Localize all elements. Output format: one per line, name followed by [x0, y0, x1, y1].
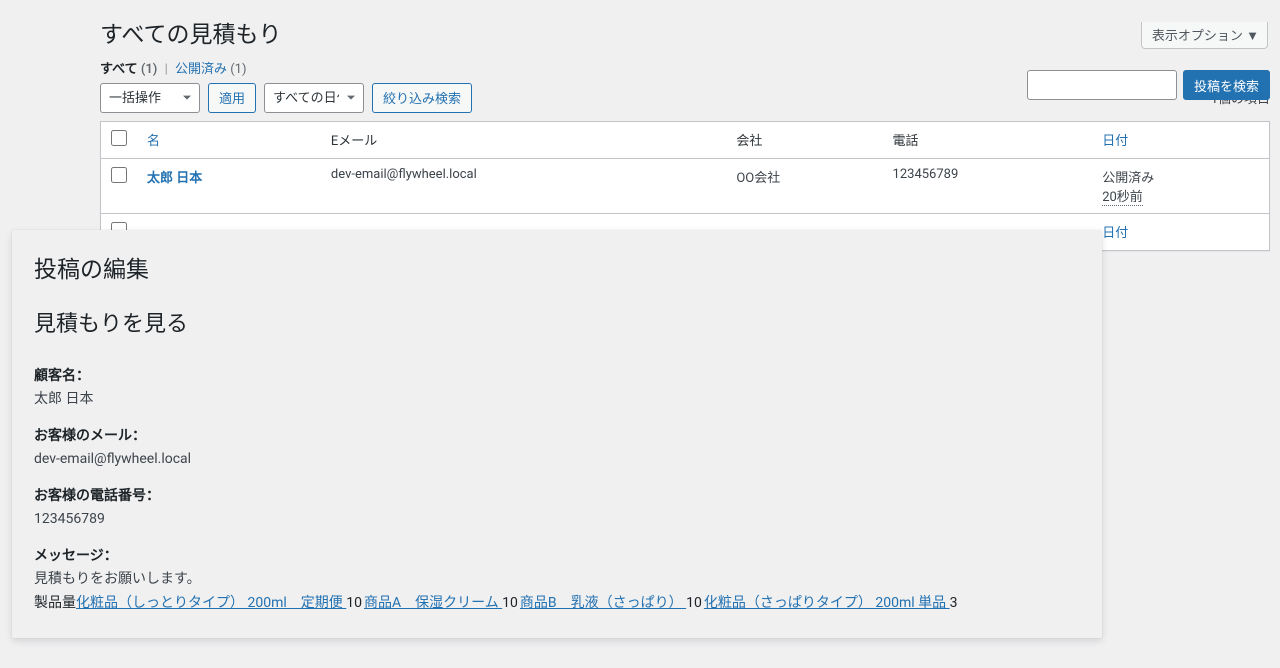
field-customer-email: お客様のメール： dev-email@flywheel.local	[34, 426, 1080, 470]
product-link[interactable]: 化粧品（しっとりタイプ） 200ml 定期便	[76, 595, 346, 611]
col-header-name[interactable]: 名	[147, 134, 160, 149]
table-row: 太郎 日本 dev-email@flywheel.local OO会社 1234…	[101, 158, 1270, 213]
select-all-checkbox[interactable]	[111, 130, 127, 146]
col-header-phone: 電話	[883, 121, 1093, 158]
message-label: メッセージ：	[34, 546, 1080, 567]
filter-all-count: (1)	[141, 62, 158, 77]
col-header-email: Eメール	[321, 121, 726, 158]
search-input[interactable]	[1027, 70, 1177, 100]
filter-published-label: 公開済み	[175, 62, 227, 77]
product-qty: 3	[950, 595, 960, 611]
product-qty: 10	[502, 595, 520, 611]
message-value: 見積もりをお願いします。	[34, 571, 201, 587]
row-email: dev-email@flywheel.local	[321, 158, 726, 213]
row-checkbox[interactable]	[111, 167, 127, 183]
quotes-list-panel: すべての見積もり 投稿を検索 すべて (1) | 公開済み (1) 一括操作 適…	[100, 20, 1270, 251]
field-message: メッセージ： 見積もりをお願いします。	[34, 546, 1080, 590]
field-customer-name: 顧客名： 太郎 日本	[34, 366, 1080, 410]
customer-name-value: 太郎 日本	[34, 391, 93, 407]
edit-heading: 投稿の編集	[34, 250, 1080, 284]
products-line: 製品量化粧品（しっとりタイプ） 200ml 定期便 10商品A 保湿クリーム 1…	[34, 592, 1080, 614]
col-header-date[interactable]: 日付	[1102, 134, 1128, 149]
product-link[interactable]: 商品B 乳液（さっぱり）	[520, 595, 686, 611]
product-link[interactable]: 商品A 保湿クリーム	[364, 595, 502, 611]
bulk-action-select[interactable]: 一括操作	[100, 83, 200, 113]
edit-subheading: 見積もりを見る	[34, 306, 1080, 338]
field-customer-phone: お客様の電話番号： 123456789	[34, 486, 1080, 530]
row-date-ago: 20秒前	[1102, 190, 1143, 206]
customer-phone-value: 123456789	[34, 511, 105, 527]
edit-quote-panel: 投稿の編集 見積もりを見る 顧客名： 太郎 日本 お客様のメール： dev-em…	[12, 230, 1102, 638]
filter-all-label: すべて	[100, 62, 138, 77]
customer-phone-label: お客様の電話番号：	[34, 486, 1080, 507]
product-qty: 10	[686, 595, 704, 611]
bulk-apply-button[interactable]: 適用	[208, 83, 256, 113]
filter-button[interactable]: 絞り込み検索	[372, 83, 472, 113]
product-qty: 10	[346, 595, 364, 611]
filter-all[interactable]: すべて (1)	[100, 62, 161, 77]
col-footer-date[interactable]: 日付	[1102, 226, 1128, 241]
filter-published-count: (1)	[230, 62, 246, 77]
col-header-company: 会社	[726, 121, 882, 158]
date-filter-select[interactable]: すべての日付	[264, 83, 364, 113]
row-name-link[interactable]: 太郎 日本	[147, 171, 202, 186]
row-phone: 123456789	[883, 158, 1093, 213]
page-title: すべての見積もり	[100, 20, 1270, 50]
products-prefix: 製品量	[34, 595, 76, 611]
search-button[interactable]: 投稿を検索	[1183, 70, 1270, 100]
customer-name-label: 顧客名：	[34, 366, 1080, 387]
customer-email-value: dev-email@flywheel.local	[34, 451, 191, 467]
row-date-status: 公開済み	[1102, 171, 1154, 186]
row-company: OO会社	[726, 158, 882, 213]
customer-email-label: お客様のメール：	[34, 426, 1080, 447]
filter-published[interactable]: 公開済み (1)	[175, 62, 247, 77]
row-date: 公開済み 20秒前	[1092, 158, 1269, 213]
product-link[interactable]: 化粧品（さっぱりタイプ） 200ml 単品	[704, 595, 950, 611]
